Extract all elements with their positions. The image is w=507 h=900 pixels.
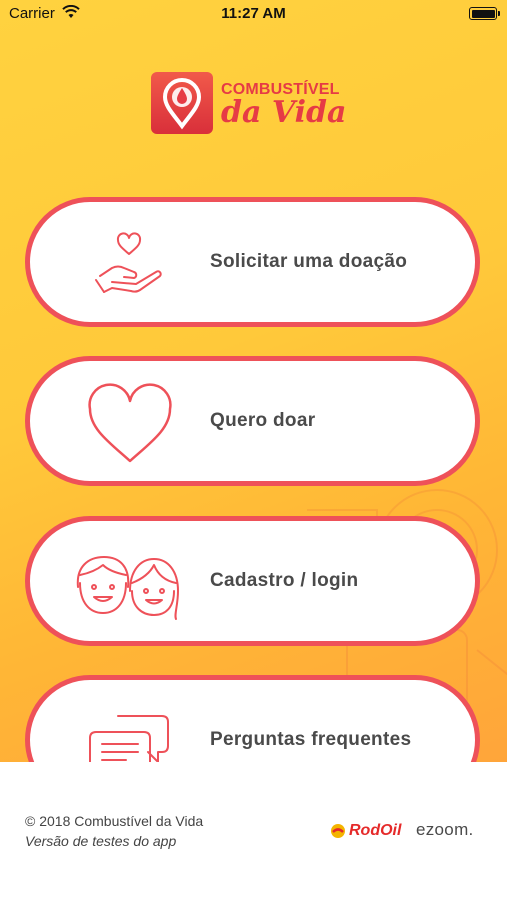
register-login-label: Cadastro / login [210,570,359,591]
battery-icon [469,7,500,20]
faq-label: Perguntas frequentes [210,729,412,750]
status-bar: Carrier 11:27 AM [0,0,507,30]
rodoil-label: RodOil [349,822,402,839]
couple-faces-icon [76,556,179,620]
status-time: 11:27 AM [221,5,286,22]
register-login-button[interactable]: Cadastro / login [25,516,480,646]
footer: © 2018 Combustível da Vida Versão de tes… [0,762,507,900]
rodoil-mark-icon [331,824,345,838]
faq-button[interactable]: Perguntas frequentes [25,675,480,762]
request-donation-button[interactable]: Solicitar uma doação [25,197,480,327]
heart-in-hand-icon [95,232,162,293]
logo-badge [151,72,213,134]
version-text: Versão de testes do app [25,833,177,849]
logo-subtitle: da Vida [221,95,347,130]
rodoil-logo: RodOil [330,821,401,841]
heart-icon [88,383,172,463]
chat-bubbles-icon [89,715,169,762]
app-logo: COMBUSTÍVEL da Vida [151,72,361,136]
location-drop-icon [162,78,202,130]
donate-button[interactable]: Quero doar [25,356,480,486]
request-donation-label: Solicitar uma doação [210,251,408,272]
donate-label: Quero doar [210,410,316,431]
copyright-text: © 2018 Combustível da Vida [25,813,204,829]
app-screen: Carrier 11:27 AM COMBUSTÍVEL da Vida Sol… [0,0,507,762]
ezoom-logo: ezoom. [416,820,474,839]
